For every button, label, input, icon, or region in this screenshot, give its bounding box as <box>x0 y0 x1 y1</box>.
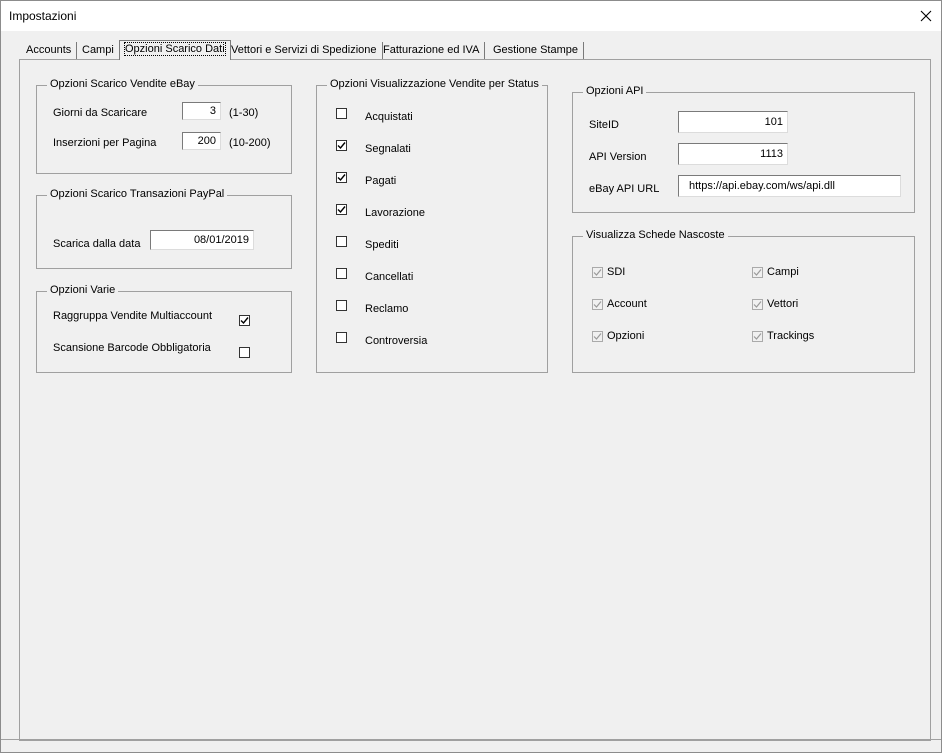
status-label-acquistati: Acquistati <box>365 111 413 123</box>
giorni-label: Giorni da Scaricare <box>53 107 148 119</box>
tab-gestione-stampe[interactable]: Gestione Stampe <box>488 42 584 59</box>
close-icon <box>920 10 932 22</box>
giorni-range: (1-30) <box>229 107 259 119</box>
data-label: Scarica dalla data <box>53 238 141 250</box>
siteid-label: SiteID <box>589 119 619 131</box>
hidden-label-campi: Campi <box>767 266 799 278</box>
version-input[interactable] <box>678 143 788 165</box>
siteid-input[interactable] <box>678 111 788 133</box>
api-group: Opzioni API SiteID API Version eBay API … <box>572 85 915 213</box>
hidden-tabs-group: Visualizza Schede Nascoste SDI Campi Accou… <box>572 229 915 373</box>
checkmark-icon <box>337 174 346 182</box>
barcode-label: Scansione Barcode Obbligatoria <box>53 342 211 354</box>
hidden-checkbox-trackings[interactable] <box>752 331 763 342</box>
checkmark-icon <box>753 333 762 340</box>
close-button[interactable] <box>911 1 941 31</box>
tab-accounts[interactable]: Accounts <box>21 42 78 59</box>
url-input[interactable] <box>678 175 901 197</box>
checkmark-icon <box>593 333 602 340</box>
checkmark-icon <box>593 301 602 308</box>
status-checkbox-lavorazione[interactable] <box>336 204 347 215</box>
tab-opzioni-scarico-dati[interactable]: Opzioni Scarico Dati <box>119 40 231 60</box>
window-title: Impostazioni <box>9 9 77 23</box>
checkmark-icon <box>337 142 346 150</box>
inserzioni-range: (10-200) <box>229 137 271 149</box>
checkmark-icon <box>240 317 249 325</box>
status-label-controversia: Controversia <box>365 335 428 347</box>
group-title: Opzioni Scarico Vendite eBay <box>47 78 198 90</box>
status-label-spediti: Spediti <box>365 239 399 251</box>
group-title: Opzioni Varie <box>47 284 119 296</box>
group-title: Opzioni Scarico Transazioni PayPal <box>47 188 228 200</box>
status-checkbox-pagati[interactable] <box>336 172 347 183</box>
settings-window: Impostazioni Accounts Campi Opzioni Scar… <box>0 0 942 753</box>
status-label-cancellati: Cancellati <box>365 271 414 283</box>
status-checkbox-controversia[interactable] <box>336 332 347 343</box>
tab-page: Opzioni Scarico Vendite eBay Giorni da S… <box>19 59 931 741</box>
raggruppa-checkbox[interactable] <box>239 315 250 326</box>
checkmark-icon <box>593 269 602 276</box>
group-title: Opzioni API <box>583 85 647 97</box>
hidden-checkbox-vettori[interactable] <box>752 299 763 310</box>
tab-campi[interactable]: Campi <box>77 42 120 59</box>
data-input[interactable] <box>150 230 254 250</box>
url-label: eBay API URL <box>589 183 660 195</box>
tab-fatturazione[interactable]: Fatturazione ed IVA <box>378 42 486 59</box>
hidden-label-trackings: Trackings <box>767 330 815 342</box>
status-checkbox-acquistati[interactable] <box>336 108 347 119</box>
hidden-label-vettori: Vettori <box>767 298 799 310</box>
checkmark-icon <box>753 269 762 276</box>
status-checkbox-spediti[interactable] <box>336 236 347 247</box>
hidden-label-sdi: SDI <box>607 266 626 278</box>
paypal-download-group: Opzioni Scarico Transazioni PayPal Scari… <box>36 188 292 269</box>
status-group: Opzioni Visualizzazione Vendite per Stat… <box>316 78 548 373</box>
hidden-label-opzioni: Opzioni <box>607 330 645 342</box>
status-label-lavorazione: Lavorazione <box>365 207 425 219</box>
checkmark-icon <box>337 206 346 214</box>
status-label-pagati: Pagati <box>365 175 397 187</box>
bottom-separator <box>1 739 941 740</box>
status-checkbox-cancellati[interactable] <box>336 268 347 279</box>
varie-group: Opzioni Varie Raggruppa Vendite Multiacc… <box>36 284 292 373</box>
hidden-checkbox-sdi[interactable] <box>592 267 603 278</box>
status-label-segnalati: Segnalati <box>365 143 411 155</box>
group-title: Opzioni Visualizzazione Vendite per Stat… <box>327 78 542 90</box>
version-label: API Version <box>589 151 647 163</box>
tab-vettori[interactable]: Vettori e Servizi di Spedizione <box>226 42 383 59</box>
ebay-download-group: Opzioni Scarico Vendite eBay Giorni da S… <box>36 78 292 174</box>
hidden-checkbox-account[interactable] <box>592 299 603 310</box>
barcode-checkbox[interactable] <box>239 347 250 358</box>
inserzioni-input[interactable] <box>182 132 221 150</box>
hidden-checkbox-opzioni[interactable] <box>592 331 603 342</box>
status-label-reclamo: Reclamo <box>365 303 409 315</box>
hidden-checkbox-campi[interactable] <box>752 267 763 278</box>
status-checkbox-segnalati[interactable] <box>336 140 347 151</box>
status-checkbox-reclamo[interactable] <box>336 300 347 311</box>
checkmark-icon <box>753 301 762 308</box>
title-bar: Impostazioni <box>1 1 941 31</box>
hidden-label-account: Account <box>607 298 647 310</box>
inserzioni-label: Inserzioni per Pagina <box>53 137 157 149</box>
raggruppa-label: Raggruppa Vendite Multiaccount <box>53 310 212 322</box>
group-title: Visualizza Schede Nascoste <box>583 229 728 241</box>
giorni-input[interactable] <box>182 102 221 120</box>
